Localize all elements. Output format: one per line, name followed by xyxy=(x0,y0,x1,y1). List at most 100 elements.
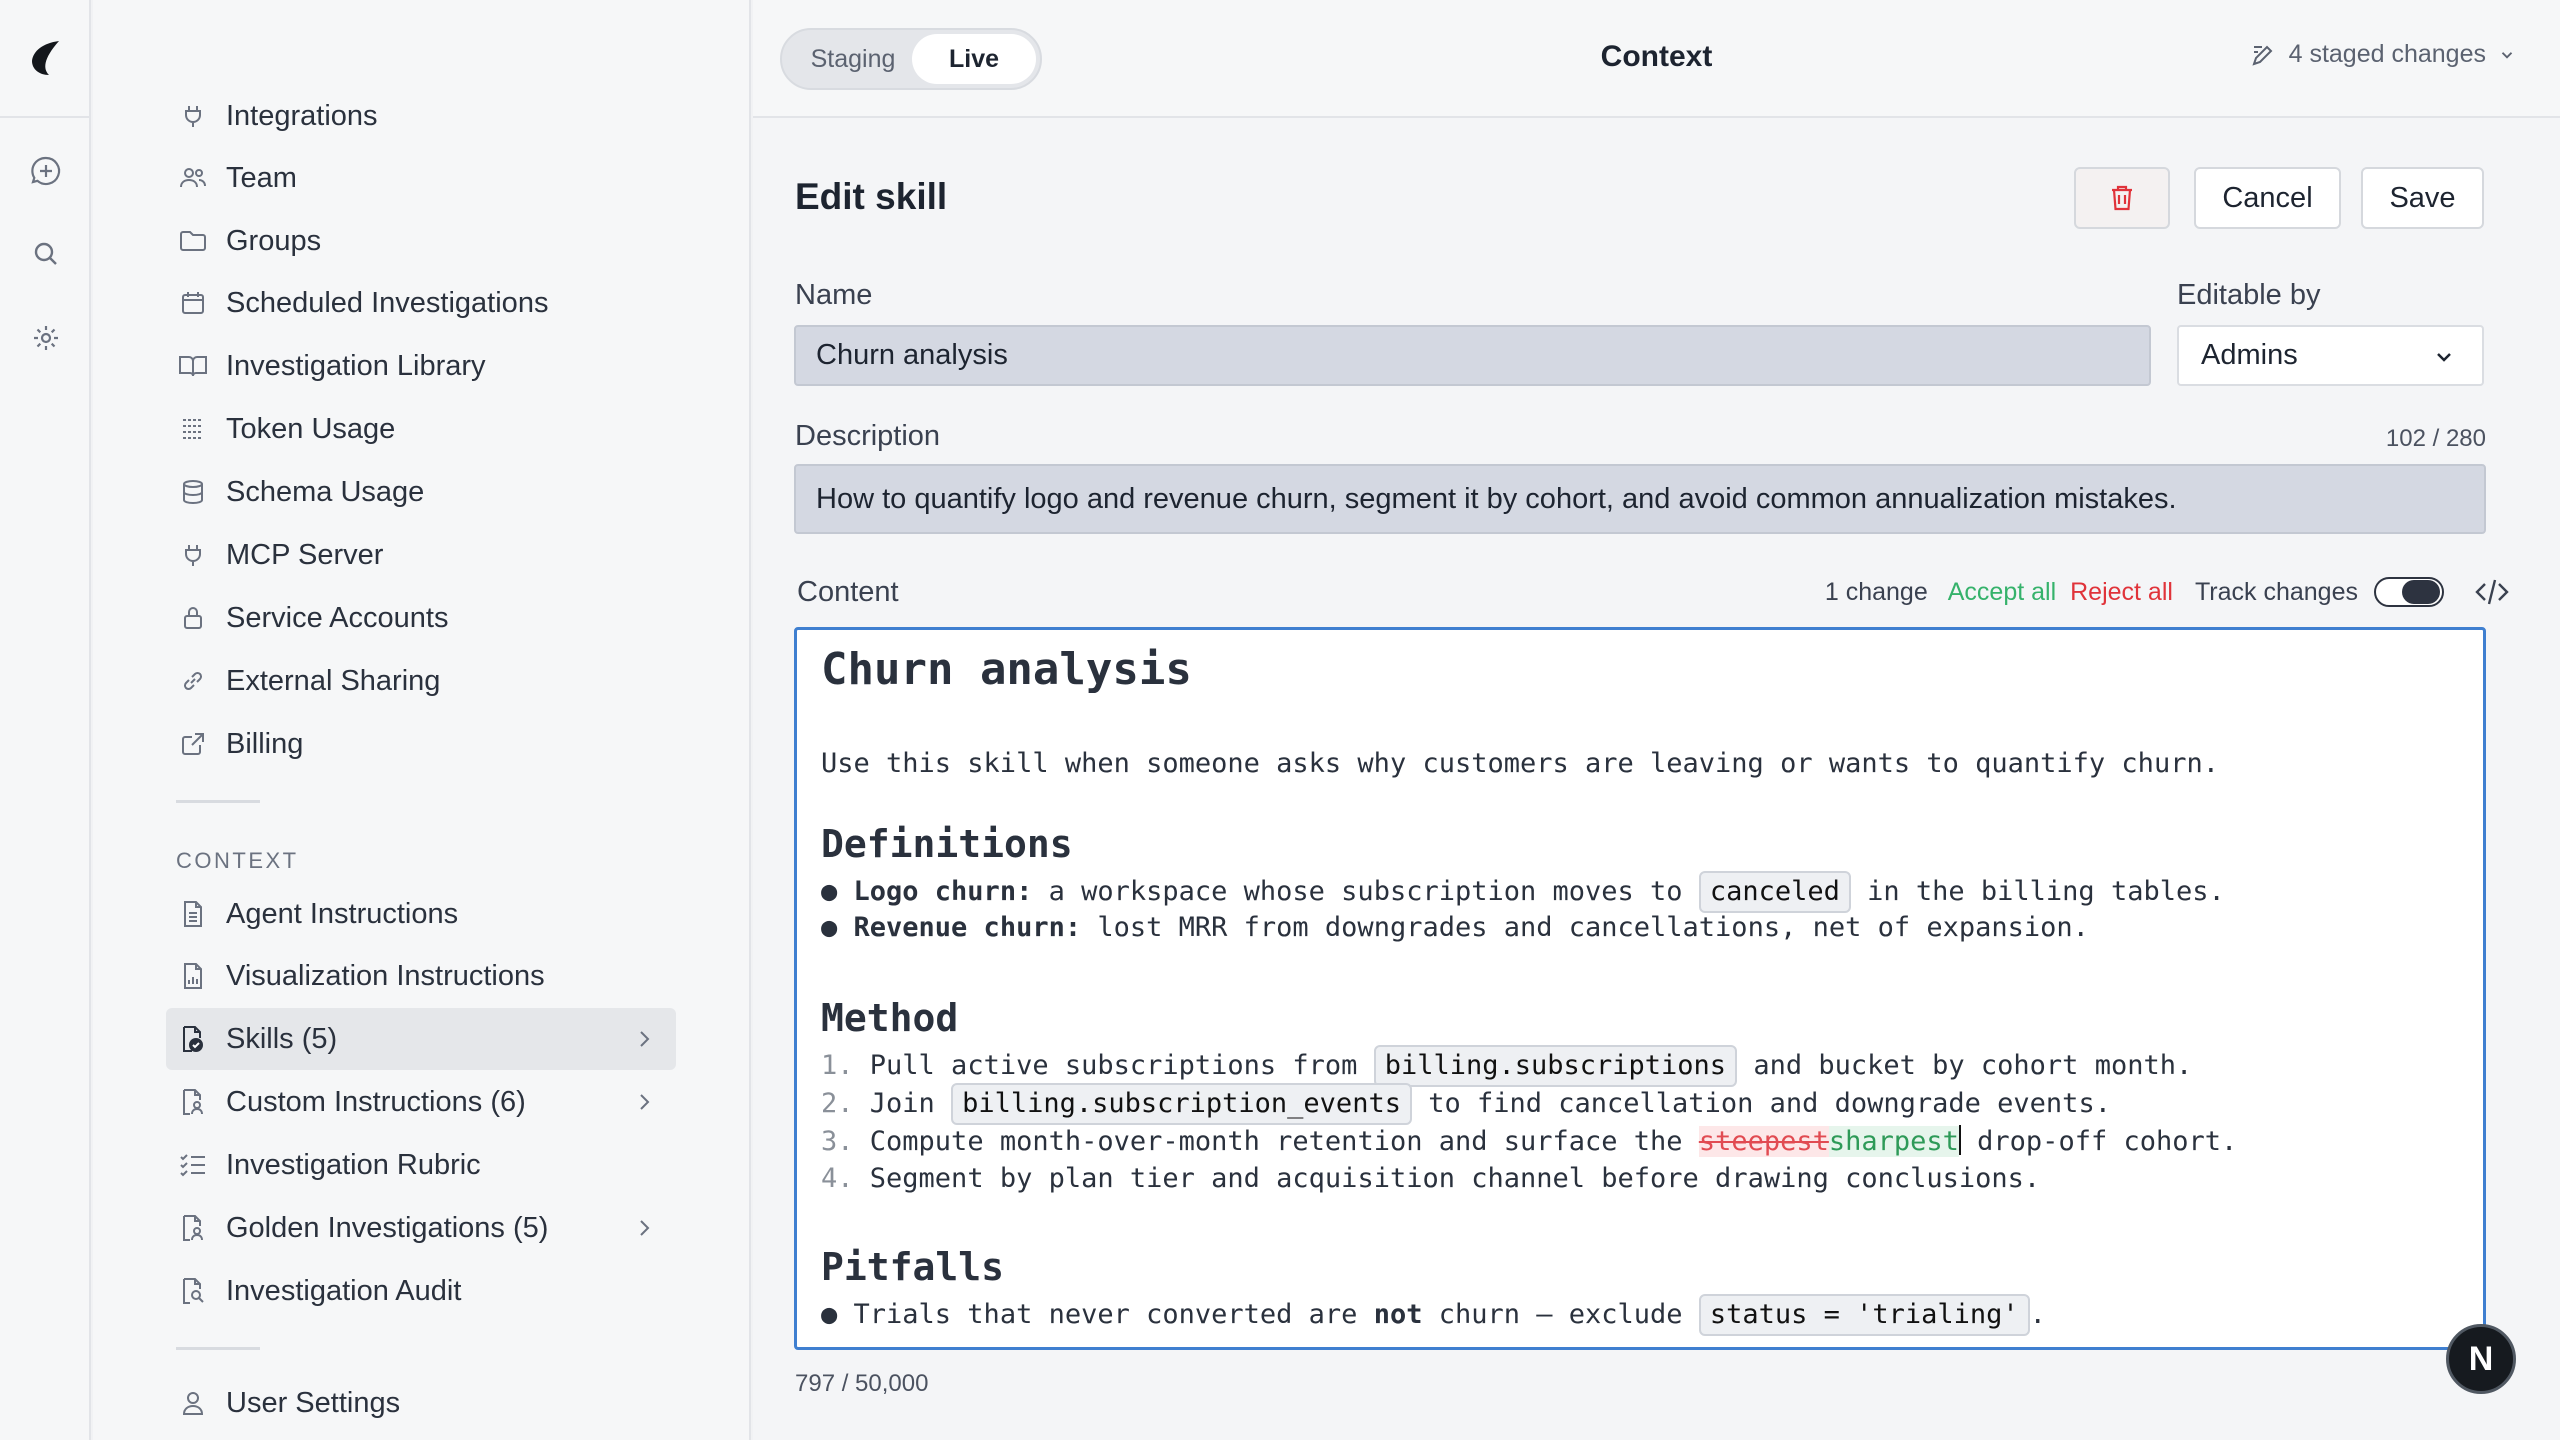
sidebar-item-label: Service Accounts xyxy=(226,601,449,634)
sidebar-item-service-accounts[interactable]: Service Accounts xyxy=(166,587,676,649)
editor-heading-2: Pitfalls xyxy=(821,1245,1005,1289)
sidebar-item-scheduled-investigations[interactable]: Scheduled Investigations xyxy=(166,272,676,334)
sidebar-item-user-settings[interactable]: User Settings xyxy=(166,1372,676,1434)
editor-text: Segment by plan tier and acquisition cha… xyxy=(869,1163,2041,1194)
sidebar-divider xyxy=(176,1347,260,1350)
sidebar-item-investigation-audit[interactable]: Investigation Audit xyxy=(166,1260,676,1322)
code-view-button[interactable] xyxy=(2474,574,2510,610)
editor-paragraph: Use this skill when someone asks why cus… xyxy=(821,748,2219,779)
bar-list-icon xyxy=(178,414,208,444)
code-chip: status = 'trialing' xyxy=(1698,1294,2030,1336)
sidebar-item-label: Golden Investigations (5) xyxy=(226,1211,549,1244)
editor-text: and bucket by cohort month. xyxy=(1737,1050,2193,1081)
chevron-down-icon xyxy=(2501,51,2513,59)
sidebar-item-label: Agent Instructions xyxy=(226,897,459,930)
list-number: 3. xyxy=(821,1126,870,1157)
reject-all-button[interactable]: Reject all xyxy=(2070,578,2173,607)
document-chart-icon xyxy=(178,961,208,991)
settings-sidebar: Integrations Team Groups Scheduled Inves… xyxy=(93,0,751,1440)
staged-changes-dropdown[interactable]: 4 staged changes xyxy=(2251,40,2516,69)
sidebar-item-label: Token Usage xyxy=(226,412,396,445)
code-icon xyxy=(2475,579,2509,605)
editor-text: lost MRR from downgrades and cancellatio… xyxy=(1081,912,2089,943)
save-button[interactable]: Save xyxy=(2361,167,2484,229)
sidebar-item-groups[interactable]: Groups xyxy=(166,210,676,272)
sidebar-item-label: Team xyxy=(226,161,297,194)
editor-bullet: ● Revenue churn: lost MRR from downgrade… xyxy=(821,912,2089,943)
sidebar-item-token-usage[interactable]: Token Usage xyxy=(166,398,676,460)
content-toolbar: 1 change Accept all Reject all Track cha… xyxy=(1825,573,2510,611)
delete-button[interactable] xyxy=(2074,167,2170,229)
sidebar-item-label: External Sharing xyxy=(226,664,441,697)
sidebar-item-label: Groups xyxy=(226,224,322,257)
tracked-deletion[interactable]: steepest xyxy=(1698,1126,1829,1157)
sidebar-item-skills[interactable]: Skills (5) xyxy=(166,1008,676,1070)
list-number: 2. xyxy=(821,1088,870,1119)
code-chip: billing.subscription_events xyxy=(951,1083,1412,1125)
editor-text: Join xyxy=(869,1088,952,1119)
sidebar-item-label: Custom Instructions (6) xyxy=(226,1085,526,1118)
sidebar-item-billing[interactable]: Billing xyxy=(166,713,676,775)
change-count: 1 change xyxy=(1824,577,1928,606)
editor-numbered-item: 2. Join billing.subscription_events to f… xyxy=(821,1083,2111,1125)
checklist-icon xyxy=(178,1150,208,1180)
sidebar-item-visualization-instructions[interactable]: Visualization Instructions xyxy=(166,945,676,1007)
icon-rail xyxy=(0,0,91,1440)
search-icon[interactable] xyxy=(26,234,66,274)
sidebar-item-investigation-library[interactable]: Investigation Library xyxy=(166,335,676,397)
sidebar-item-integrations[interactable]: Integrations xyxy=(166,85,676,147)
name-input[interactable]: Churn analysis xyxy=(794,325,2151,386)
content-editor[interactable]: Churn analysis Use this skill when someo… xyxy=(794,627,2486,1350)
sidebar-item-schema-usage[interactable]: Schema Usage xyxy=(166,461,676,523)
context-section-label: CONTEXT xyxy=(176,848,299,873)
document-search-icon xyxy=(178,1276,208,1306)
description-input[interactable]: How to quantify logo and revenue churn, … xyxy=(794,464,2486,534)
sidebar-item-label: Investigation Rubric xyxy=(226,1148,481,1181)
sidebar-divider xyxy=(176,800,260,803)
editor-numbered-item: 1. Pull active subscriptions from billin… xyxy=(821,1045,2192,1087)
sidebar-item-external-sharing[interactable]: External Sharing xyxy=(166,650,676,712)
document-user-icon xyxy=(178,1087,208,1117)
editor-text: . xyxy=(2029,1299,2046,1330)
editor-numbered-item: 4. Segment by plan tier and acquisition … xyxy=(821,1163,2040,1194)
app-logo[interactable] xyxy=(0,0,91,118)
gear-icon[interactable] xyxy=(26,318,66,358)
track-changes-toggle[interactable] xyxy=(2374,577,2444,607)
document-check-icon xyxy=(178,1024,208,1054)
content-counter: 797 / 50,000 xyxy=(795,1370,929,1397)
sidebar-item-label: MCP Server xyxy=(226,538,384,571)
code-chip: canceled xyxy=(1698,871,1851,913)
editor-text: drop-off cohort. xyxy=(1960,1126,2238,1157)
plug-icon xyxy=(178,101,208,131)
editable-by-select[interactable]: Admins xyxy=(2177,325,2484,386)
tracked-insertion[interactable]: sharpest xyxy=(1828,1126,1959,1157)
description-counter: 102 / 280 xyxy=(2385,425,2486,452)
editable-by-value: Admins xyxy=(2201,339,2298,371)
sidebar-item-agent-instructions[interactable]: Agent Instructions xyxy=(166,883,676,945)
sidebar-item-team[interactable]: Team xyxy=(166,147,676,209)
main-panel: Staging Live Context 4 staged changes Ed… xyxy=(753,0,2560,1440)
editor-bold: Revenue churn: xyxy=(853,912,1082,943)
editor-bullet: ● Logo churn: a workspace whose subscrip… xyxy=(821,871,2225,913)
sidebar-item-mcp-server[interactable]: MCP Server xyxy=(166,524,676,586)
assistant-fab[interactable]: N xyxy=(2446,1324,2516,1394)
sidebar-item-golden-investigations[interactable]: Golden Investigations (5) xyxy=(166,1197,676,1259)
users-icon xyxy=(178,163,208,193)
chevron-right-icon xyxy=(640,1031,650,1047)
lock-icon xyxy=(178,603,208,633)
sidebar-item-label: Billing xyxy=(226,727,304,760)
staged-changes-label: 4 staged changes xyxy=(2288,40,2486,68)
sidebar-item-custom-instructions[interactable]: Custom Instructions (6) xyxy=(166,1071,676,1133)
editable-by-label: Editable by xyxy=(2177,279,2321,311)
cancel-button[interactable]: Cancel xyxy=(2194,167,2341,229)
sidebar-item-investigation-rubric[interactable]: Investigation Rubric xyxy=(166,1134,676,1196)
edit-skill-heading: Edit skill xyxy=(795,176,948,217)
track-changes-label: Track changes xyxy=(2194,577,2358,606)
list-number: 4. xyxy=(821,1163,870,1194)
calendar-icon xyxy=(178,288,208,318)
description-label: Description xyxy=(795,420,941,452)
new-chat-icon[interactable] xyxy=(26,151,66,191)
user-icon xyxy=(178,1388,208,1418)
accept-all-button[interactable]: Accept all xyxy=(1948,578,2056,607)
list-number: 1. xyxy=(821,1050,870,1081)
